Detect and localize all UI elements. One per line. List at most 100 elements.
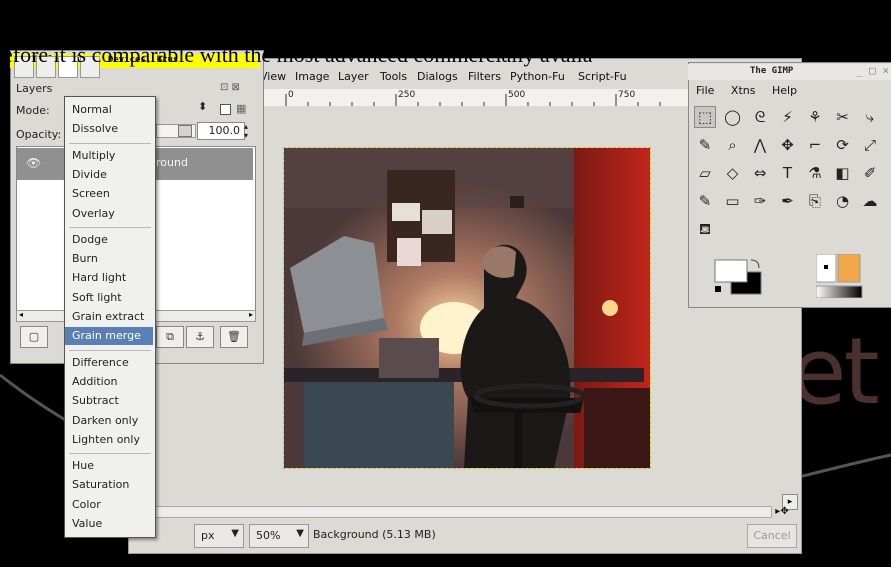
fuzzy-select-icon[interactable]: ⚡	[777, 106, 799, 128]
opacity-slider-handle[interactable]	[178, 125, 192, 137]
navigate-icon[interactable]: ▸✥	[768, 506, 796, 518]
horizontal-scrollbar[interactable]	[150, 506, 772, 518]
clone-icon[interactable]: ⎘	[804, 190, 826, 212]
convolve-icon[interactable]: ◔	[832, 190, 854, 212]
rotate-icon[interactable]: ⟳	[832, 134, 854, 156]
mode-spin-icon[interactable]: ⬍	[198, 100, 207, 113]
text-icon[interactable]: T	[777, 162, 799, 184]
image-canvas-photo[interactable]	[283, 147, 651, 469]
menu-filters[interactable]: Filters	[468, 70, 501, 83]
transparency-grid-icon: ▦	[236, 102, 247, 115]
ink-icon[interactable]: ✒	[777, 190, 799, 212]
move-icon[interactable]: ✥	[777, 134, 799, 156]
menu-item-normal[interactable]: Normal	[65, 101, 153, 119]
layers-label: Layers	[16, 82, 53, 95]
menu-item-saturation[interactable]: Saturation	[65, 476, 153, 494]
measure-icon[interactable]: ⋀	[749, 134, 771, 156]
menu-item-addition[interactable]: Addition	[65, 373, 153, 391]
menu-item-label: Overlay	[72, 206, 115, 220]
menu-item-dissolve[interactable]: Dissolve	[65, 120, 153, 138]
menu-layer[interactable]: Layer	[338, 70, 369, 83]
bucket-fill-icon[interactable]: ⚗	[804, 162, 826, 184]
menu-item-subtract[interactable]: Subtract	[65, 392, 153, 410]
menu-item-label: Subtract	[72, 394, 119, 408]
keep-transparency-checkbox[interactable]	[220, 104, 231, 115]
shear-icon[interactable]: ▱	[694, 162, 716, 184]
blend-icon[interactable]: ◧	[832, 162, 854, 184]
menu-item-grain-merge[interactable]: Grain merge	[65, 327, 153, 346]
crop-icon[interactable]: ⌐	[804, 134, 826, 156]
menu-item-value[interactable]: Value	[65, 515, 153, 533]
duplicate-layer-icon[interactable]: ⧉	[156, 326, 184, 348]
ellipse-select-icon[interactable]: ◯	[722, 106, 744, 128]
menu-item-multiply[interactable]: Multiply	[65, 147, 153, 165]
flip-icon[interactable]: ⇔	[749, 162, 771, 184]
menu-dialogs[interactable]: Dialogs	[417, 70, 458, 83]
menu-item-divide[interactable]: Divide	[65, 166, 153, 184]
menu-item-overlay[interactable]: Overlay	[65, 205, 153, 223]
menu-item-burn[interactable]: Burn	[65, 250, 153, 268]
menu-script-fu[interactable]: Script-Fu	[578, 70, 627, 83]
ruler-label: 0	[288, 90, 294, 100]
menu-item-label: Dissolve	[72, 122, 119, 136]
menu-separator	[69, 453, 151, 455]
paths-icon[interactable]: ⤷	[859, 106, 881, 128]
lasso-icon[interactable]: ᘓ	[749, 106, 771, 128]
unit-select[interactable]: px ▼	[194, 524, 244, 548]
menu-item-label: Value	[72, 517, 103, 530]
menu-item-color[interactable]: Color	[65, 496, 153, 514]
brush-pattern-gradient-preview[interactable]	[816, 254, 864, 298]
tool-grid: ⬚ ◯ ᘓ ⚡ ⚘ ✂ ⤷ ✎ ⌕ ⋀ ✥ ⌐ ⟳ ⤢ ▱ ◇ ⇔ T ⚗ ◧ ✐ ✎ ▭ ✑ ✒ ⎘ ◔ ☁ ⛾	[690, 106, 890, 246]
menu-item-lighten-only[interactable]: Lighten only	[65, 431, 153, 449]
menu-item-label: Hard light	[72, 271, 127, 285]
menu-tools[interactable]: Tools	[380, 70, 407, 83]
menu-item-dodge[interactable]: Dodge	[65, 231, 153, 249]
color-select-icon[interactable]: ⚘	[804, 106, 826, 128]
airbrush-icon[interactable]: ✑	[749, 190, 771, 212]
toolbox-menubar: File Xtns Help	[696, 84, 810, 97]
anchor-layer-icon[interactable]: ⚓	[186, 326, 214, 348]
toolbox-titlebar[interactable]: The GIMP _ □ ×	[688, 64, 891, 80]
rect-select-icon[interactable]: ⬚	[694, 106, 716, 128]
menu-item-label: Divide	[72, 167, 107, 181]
menu-item-hard-light[interactable]: Hard light	[65, 269, 153, 287]
zoom-icon[interactable]: ⌕	[722, 134, 744, 156]
fg-bg-color-well[interactable]	[713, 258, 763, 296]
ruler-label: 250	[398, 90, 416, 100]
menu-xtns[interactable]: Xtns	[731, 84, 756, 97]
menu-item-difference[interactable]: Difference	[65, 354, 153, 372]
dodge-burn-icon[interactable]: ⛾	[694, 218, 716, 240]
menu-item-label: Burn	[72, 252, 98, 266]
color-picker-icon[interactable]: ✎	[694, 134, 716, 156]
menu-item-darken-only[interactable]: Darken only	[65, 412, 153, 430]
blend-mode-menu: Normal Dissolve Multiply Divide Screen Overla…	[64, 96, 156, 538]
menu-item-screen[interactable]: Screen	[65, 185, 153, 203]
paintbrush-icon[interactable]: ✎	[694, 190, 716, 212]
eye-icon[interactable]: 👁	[26, 156, 41, 170]
menu-item-grain-extract[interactable]: Grain extract	[65, 308, 153, 326]
menu-python-fu[interactable]: Python-Fu	[510, 70, 565, 83]
perspective-icon[interactable]: ◇	[722, 162, 744, 184]
menu-item-hue[interactable]: Hue	[65, 457, 153, 475]
delete-layer-icon[interactable]: 🗑	[220, 326, 248, 348]
window-controls-icon[interactable]: _ □ ×	[856, 64, 889, 77]
smudge-icon[interactable]: ☁	[859, 190, 881, 212]
scissors-icon[interactable]: ✂	[832, 106, 854, 128]
scale-icon[interactable]: ⤢	[859, 134, 881, 156]
menu-item-label: Screen	[72, 187, 110, 201]
menu-file[interactable]: File	[696, 84, 714, 97]
article-text-line: .	[0, 86, 6, 111]
opacity-spin-icon[interactable]: ▴ ▾	[244, 122, 254, 140]
eraser-icon[interactable]: ▭	[722, 190, 744, 212]
menu-image[interactable]: Image	[295, 70, 329, 83]
menu-help[interactable]: Help	[772, 84, 797, 97]
opacity-input[interactable]: 100.0	[197, 122, 245, 140]
zoom-select[interactable]: 50% ▼	[249, 524, 309, 548]
new-layer-icon[interactable]: ▢	[20, 326, 48, 348]
pencil-icon[interactable]: ✐	[859, 162, 881, 184]
dock-menu-icon[interactable]: ⊡ ⊠	[220, 82, 240, 93]
menu-item-soft-light[interactable]: Soft light	[65, 289, 153, 307]
menu-item-label: Addition	[72, 374, 118, 388]
cancel-button[interactable]: Cancel	[747, 524, 797, 548]
menu-item-label: Dodge	[72, 232, 108, 246]
